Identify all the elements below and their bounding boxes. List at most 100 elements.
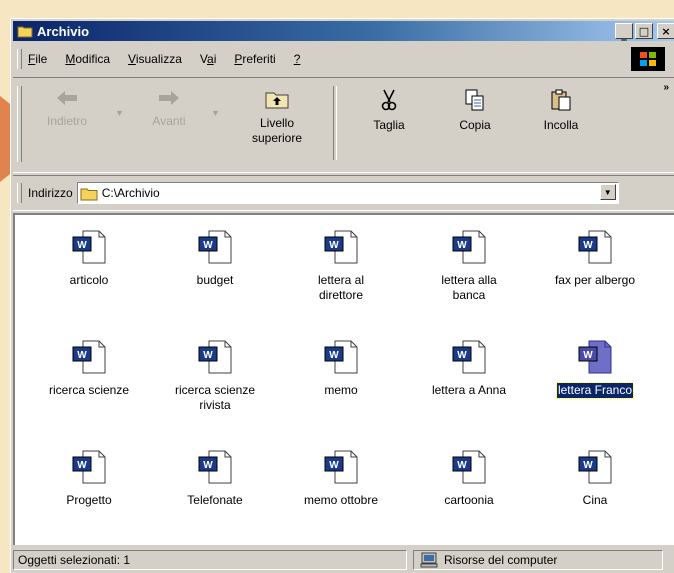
- svg-text:W: W: [77, 350, 87, 361]
- file-name: budget: [196, 273, 234, 287]
- menu-preferiti[interactable]: Preferiti: [234, 52, 275, 66]
- file-name-line2: rivista: [199, 398, 231, 412]
- file-name: lettera a Anna: [431, 383, 507, 397]
- word-document-icon: W: [578, 230, 612, 264]
- copy-button[interactable]: Copia: [445, 88, 505, 133]
- toolbar-separator: [333, 86, 337, 160]
- file-name: Progetto: [66, 493, 112, 507]
- close-button[interactable]: ×: [657, 23, 674, 39]
- svg-text:W: W: [77, 460, 87, 471]
- file-name: memo ottobre: [303, 493, 379, 507]
- file-name: cartoonia: [444, 493, 494, 507]
- menu-file[interactable]: File: [28, 52, 47, 66]
- paste-label: Incolla: [543, 118, 579, 132]
- svg-text:W: W: [77, 240, 87, 251]
- svg-text:W: W: [203, 240, 213, 251]
- file-item[interactable]: W memo ottobre: [281, 449, 401, 508]
- maximize-button[interactable]: □: [635, 23, 653, 39]
- word-document-icon: W: [324, 450, 358, 484]
- cut-label: Taglia: [373, 118, 405, 132]
- status-location-panel: Risorse del computer: [413, 550, 663, 570]
- maximize-icon: □: [638, 24, 650, 38]
- back-dropdown-icon[interactable]: ▼: [115, 108, 124, 118]
- up-level-label-1: Livello: [259, 116, 295, 130]
- svg-text:W: W: [457, 460, 467, 471]
- close-icon: ×: [661, 24, 671, 38]
- address-grip[interactable]: [17, 183, 22, 203]
- word-document-icon: W: [72, 340, 106, 374]
- clipboard-paste-icon: [551, 89, 571, 111]
- svg-text:W: W: [203, 460, 213, 471]
- word-document-icon: W: [324, 340, 358, 374]
- file-name: Cina: [582, 493, 608, 507]
- word-document-icon: W: [578, 450, 612, 484]
- folder-up-icon: [265, 92, 289, 109]
- word-document-icon: W: [452, 450, 486, 484]
- computer-icon: [420, 552, 438, 568]
- word-document-icon: W: [198, 450, 232, 484]
- up-level-button[interactable]: Livello superiore: [239, 88, 315, 146]
- file-list-view[interactable]: W articolo W budget W lettera al direttor…: [13, 213, 674, 545]
- address-label: Indirizzo: [28, 186, 73, 200]
- file-name: articolo: [69, 273, 109, 287]
- file-item[interactable]: W Cina: [535, 449, 655, 508]
- file-name: lettera al: [317, 273, 365, 287]
- file-item[interactable]: W Telefonate: [155, 449, 275, 508]
- minimize-button[interactable]: _: [615, 23, 633, 40]
- word-document-icon: W: [72, 450, 106, 484]
- file-name: lettera Franco: [555, 382, 635, 399]
- svg-text:W: W: [457, 240, 467, 251]
- word-document-icon: W: [452, 340, 486, 374]
- file-item[interactable]: W ricerca scienze rivista: [155, 339, 275, 413]
- cut-button[interactable]: Taglia: [359, 88, 419, 133]
- word-document-icon: W: [72, 230, 106, 264]
- toolbar-more-chevron[interactable]: »: [663, 82, 669, 93]
- scissors-icon: [381, 89, 397, 111]
- window-title: Archivio: [37, 23, 90, 39]
- standard-toolbar: Indietro ▼ Avanti ▼ Livello superiore Ta…: [13, 77, 674, 173]
- address-input[interactable]: C:\Archivio ▼: [76, 182, 619, 204]
- file-name-line2: banca: [452, 288, 486, 302]
- file-item[interactable]: W fax per albergo: [535, 229, 655, 288]
- svg-text:W: W: [583, 350, 593, 361]
- file-name: ricerca scienze: [174, 383, 256, 397]
- menu-grip[interactable]: [17, 49, 22, 69]
- file-item[interactable]: W memo: [281, 339, 401, 398]
- svg-text:W: W: [329, 460, 339, 471]
- file-item[interactable]: W lettera alla banca: [409, 229, 529, 303]
- paste-button[interactable]: Incolla: [529, 88, 593, 133]
- address-value: C:\Archivio: [101, 186, 160, 200]
- address-folder-icon: [80, 188, 98, 200]
- file-name: memo: [324, 383, 358, 397]
- chevron-down-icon: ▼: [603, 187, 612, 197]
- file-name: ricerca scienze: [48, 383, 130, 397]
- file-item[interactable]: W lettera al direttore: [281, 229, 401, 303]
- menu-bar: File Modifica Visualizza Vai Preferiti ?: [13, 45, 674, 73]
- back-button[interactable]: Indietro: [35, 88, 99, 129]
- menu-vai[interactable]: Vai: [200, 52, 216, 66]
- svg-text:W: W: [329, 350, 339, 361]
- file-item[interactable]: W lettera a Anna: [409, 339, 529, 398]
- file-item[interactable]: W ricerca scienze: [29, 339, 149, 398]
- file-item[interactable]: W articolo: [29, 229, 149, 288]
- explorer-window: Archivio _ □ × File Modifica Visualizza …: [10, 18, 674, 573]
- address-dropdown-button[interactable]: ▼: [599, 184, 616, 200]
- file-item[interactable]: W cartoonia: [409, 449, 529, 508]
- copy-icon: [465, 89, 484, 111]
- status-selection-text: Oggetti selezionati: 1: [18, 553, 131, 567]
- file-item[interactable]: W Progetto: [29, 449, 149, 508]
- status-selection-panel: Oggetti selezionati: 1: [13, 550, 407, 570]
- forward-arrow-icon: [159, 91, 179, 105]
- menu-visualizza[interactable]: Visualizza: [128, 52, 182, 66]
- title-bar[interactable]: Archivio _ □ ×: [13, 21, 674, 41]
- forward-button[interactable]: Avanti: [139, 88, 199, 129]
- toolbar-grip[interactable]: [17, 86, 22, 162]
- forward-dropdown-icon[interactable]: ▼: [211, 108, 220, 118]
- file-item[interactable]: W lettera Franco: [535, 339, 655, 399]
- menu-help[interactable]: ?: [294, 52, 301, 66]
- word-document-icon: W: [198, 340, 232, 374]
- forward-label: Avanti: [152, 114, 186, 128]
- file-item[interactable]: W budget: [155, 229, 275, 288]
- status-bar: Oggetti selezionati: 1 Risorse del compu…: [13, 547, 674, 573]
- menu-modifica[interactable]: Modifica: [65, 52, 110, 66]
